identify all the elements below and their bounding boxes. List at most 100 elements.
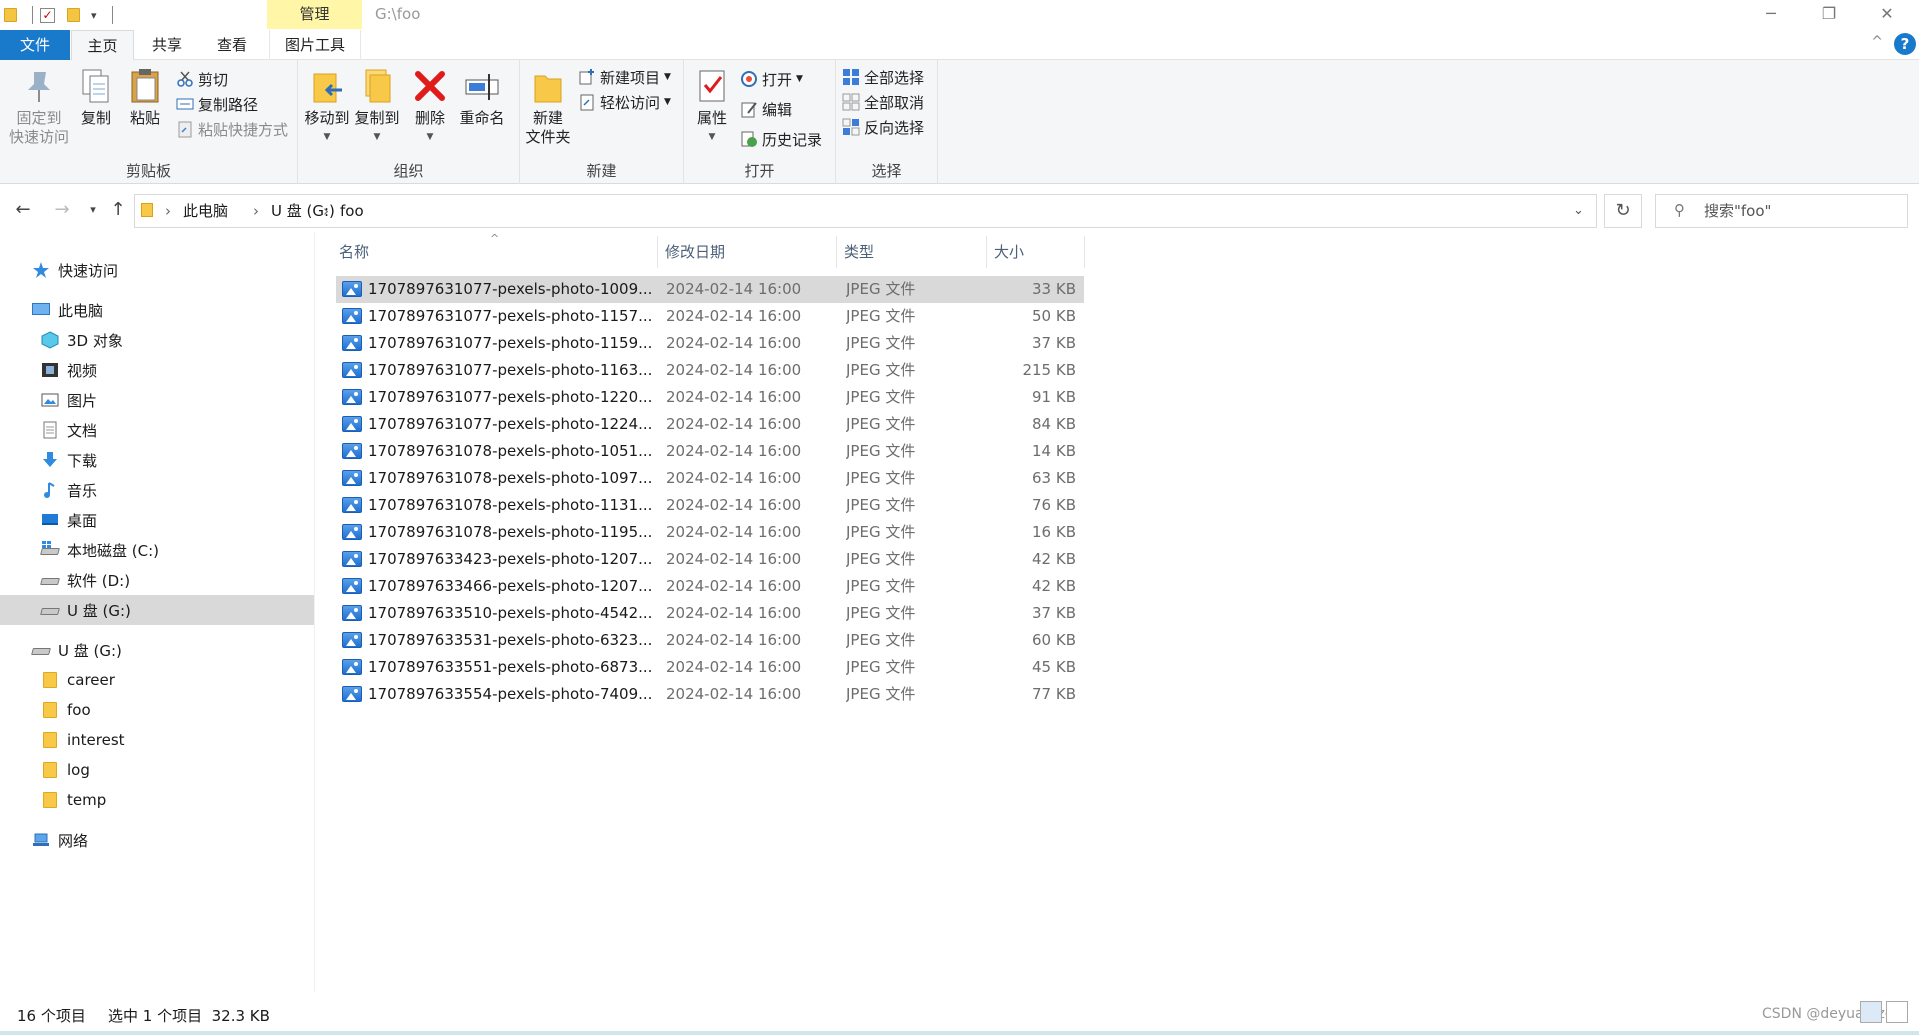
easy-access-icon xyxy=(578,93,596,111)
address-bar[interactable]: › 此电脑 › U 盘 (G:) › foo ⌄ xyxy=(134,194,1597,228)
select-none-button[interactable]: 全部取消 xyxy=(842,91,924,113)
select-all-button[interactable]: 全部选择 xyxy=(842,66,924,88)
file-row[interactable]: 1707897631077-pexels-photo-1163... 2024-0… xyxy=(336,357,1084,384)
breadcrumb-foo[interactable]: foo xyxy=(340,195,364,227)
address-dropdown-chevron-icon[interactable]: ⌄ xyxy=(1573,195,1584,227)
file-modified-date: 2024-02-14 16:00 xyxy=(666,658,802,676)
file-row[interactable]: 1707897631077-pexels-photo-1220... 2024-0… xyxy=(336,384,1084,411)
pane-divider[interactable] xyxy=(314,232,315,992)
file-row[interactable]: 1707897631077-pexels-photo-1157... 2024-0… xyxy=(336,303,1084,330)
search-box[interactable]: ⚲ xyxy=(1655,194,1908,228)
move-to-button[interactable]: 移动到 ▼ xyxy=(304,66,350,147)
new-folder-quick-icon[interactable] xyxy=(67,8,80,22)
search-input[interactable] xyxy=(1704,195,1899,227)
nav-folder-interest[interactable]: interest xyxy=(0,725,314,755)
customize-toolbar-icon[interactable]: ▾ xyxy=(91,5,97,25)
close-button[interactable]: ✕ xyxy=(1858,0,1916,30)
column-header-size[interactable]: 大小 xyxy=(987,236,1085,268)
nav-usb-drive-root[interactable]: U 盘 (G:) xyxy=(0,635,314,665)
nav-folder-temp-label: temp xyxy=(67,791,107,809)
nav-this-pc[interactable]: 此电脑 xyxy=(0,295,314,325)
file-row[interactable]: 1707897631078-pexels-photo-1131... 2024-0… xyxy=(336,492,1084,519)
file-type: JPEG 文件 xyxy=(846,388,916,406)
column-header-name[interactable]: 名称 xyxy=(332,236,658,268)
file-modified-date: 2024-02-14 16:00 xyxy=(666,523,802,541)
minimize-button[interactable]: ─ xyxy=(1742,0,1800,30)
tab-share[interactable]: 共享 xyxy=(137,30,197,60)
tab-manage[interactable]: 管理 xyxy=(267,0,362,29)
file-row[interactable]: 1707897633554-pexels-photo-7409... 2024-0… xyxy=(336,681,1084,708)
tab-file[interactable]: 文件 xyxy=(0,30,70,60)
history-button[interactable]: 历史记录 xyxy=(740,128,822,150)
forward-arrow-icon[interactable]: → xyxy=(50,198,74,222)
paste-button[interactable]: 粘贴 xyxy=(124,66,166,128)
details-view-icon[interactable] xyxy=(1860,1001,1882,1023)
copy-path-button[interactable]: 复制路径 xyxy=(176,93,258,115)
file-row[interactable]: 1707897631077-pexels-photo-1009... 2024-0… xyxy=(336,276,1084,303)
delete-button[interactable]: 删除 ▼ xyxy=(410,66,450,147)
nav-desktop[interactable]: 桌面 xyxy=(0,505,314,535)
file-row[interactable]: 1707897633423-pexels-photo-1207... 2024-0… xyxy=(336,546,1084,573)
nav-documents[interactable]: 文档 xyxy=(0,415,314,445)
nav-software-d[interactable]: 软件 (D:) xyxy=(0,565,314,595)
copy-button[interactable]: 复制 xyxy=(76,66,116,128)
breadcrumb-this-pc[interactable]: 此电脑 xyxy=(183,195,228,227)
move-to-dropdown-icon: ▼ xyxy=(323,132,331,142)
easy-access-button[interactable]: 轻松访问 ▼ xyxy=(578,91,671,113)
tab-view[interactable]: 查看 xyxy=(202,30,262,60)
nav-folder-foo[interactable]: foo xyxy=(0,695,314,725)
file-row[interactable]: 1707897631078-pexels-photo-1051... 2024-0… xyxy=(336,438,1084,465)
file-row[interactable]: 1707897631078-pexels-photo-1195... 2024-0… xyxy=(336,519,1084,546)
copy-to-button[interactable]: 复制到 ▼ xyxy=(354,66,400,147)
file-row[interactable]: 1707897633531-pexels-photo-6323... 2024-0… xyxy=(336,627,1084,654)
file-row[interactable]: 1707897631077-pexels-photo-1224... 2024-0… xyxy=(336,411,1084,438)
large-icons-view-icon[interactable] xyxy=(1886,1001,1908,1023)
file-row[interactable]: 1707897633510-pexels-photo-4542... 2024-0… xyxy=(336,600,1084,627)
restore-button[interactable]: ❐ xyxy=(1800,0,1858,30)
file-row[interactable]: 1707897633551-pexels-photo-6873... 2024-0… xyxy=(336,654,1084,681)
nav-folder-log[interactable]: log xyxy=(0,755,314,785)
column-header-date[interactable]: 修改日期 xyxy=(658,236,837,268)
nav-local-disk-c[interactable]: 本地磁盘 (C:) xyxy=(0,535,314,565)
new-item-dropdown-icon: ▼ xyxy=(664,72,671,82)
back-arrow-icon[interactable]: ← xyxy=(11,198,35,222)
new-folder-button[interactable]: 新建 文件夹 xyxy=(524,66,572,147)
nav-network[interactable]: 网络 xyxy=(0,825,314,855)
up-arrow-icon[interactable]: ↑ xyxy=(106,198,130,222)
collapse-ribbon-icon[interactable]: ^ xyxy=(1871,34,1883,50)
invert-selection-button[interactable]: 反向选择 xyxy=(842,116,924,138)
properties-check-icon[interactable]: ✓ xyxy=(40,7,55,23)
copy-path-label: 复制路径 xyxy=(198,95,259,114)
paste-shortcut-button[interactable]: 粘贴快捷方式 xyxy=(176,118,288,140)
cut-button[interactable]: 剪切 xyxy=(176,68,228,90)
refresh-icon[interactable]: ↻ xyxy=(1604,194,1642,228)
nav-downloads[interactable]: 下载 xyxy=(0,445,314,475)
nav-3d-objects[interactable]: 3D 对象 xyxy=(0,325,314,355)
edit-button[interactable]: 编辑 xyxy=(740,98,792,120)
tab-picture-tools[interactable]: 图片工具 xyxy=(269,30,361,60)
nav-music[interactable]: 音乐 xyxy=(0,475,314,505)
nav-pictures[interactable]: 图片 xyxy=(0,385,314,415)
nav-quick-access[interactable]: 快速访问 xyxy=(0,255,314,285)
new-item-button[interactable]: 新建项目 ▼ xyxy=(578,66,671,88)
copy-icon xyxy=(77,66,115,106)
file-type: JPEG 文件 xyxy=(846,442,916,460)
file-row[interactable]: 1707897631077-pexels-photo-1159... 2024-0… xyxy=(336,330,1084,357)
nav-usb-drive-g-selected[interactable]: U 盘 (G:) xyxy=(0,595,314,625)
recent-locations-chevron-icon[interactable]: ▾ xyxy=(81,198,105,222)
nav-folder-temp[interactable]: temp xyxy=(0,785,314,815)
help-icon[interactable]: ? xyxy=(1894,33,1916,55)
pin-to-quick-access-button[interactable]: 固定到 快速访问 xyxy=(6,66,72,147)
file-row[interactable]: 1707897633466-pexels-photo-1207... 2024-0… xyxy=(336,573,1084,600)
ribbon-tabs: 文件 主页 共享 查看 图片工具 ^ ? xyxy=(0,30,1919,61)
column-header-type[interactable]: 类型 xyxy=(837,236,987,268)
select-group-label: 选择 xyxy=(871,162,902,180)
properties-button[interactable]: 属性 ▼ xyxy=(692,66,732,147)
file-row[interactable]: 1707897631078-pexels-photo-1097... 2024-0… xyxy=(336,465,1084,492)
nav-folder-career[interactable]: career xyxy=(0,665,314,695)
nav-videos[interactable]: 视频 xyxy=(0,355,314,385)
tab-home[interactable]: 主页 xyxy=(71,30,134,61)
rename-button[interactable]: 重命名 xyxy=(454,66,510,128)
open-button[interactable]: 打开 ▼ xyxy=(740,68,803,90)
breadcrumb-separator-icon: › xyxy=(165,202,171,220)
